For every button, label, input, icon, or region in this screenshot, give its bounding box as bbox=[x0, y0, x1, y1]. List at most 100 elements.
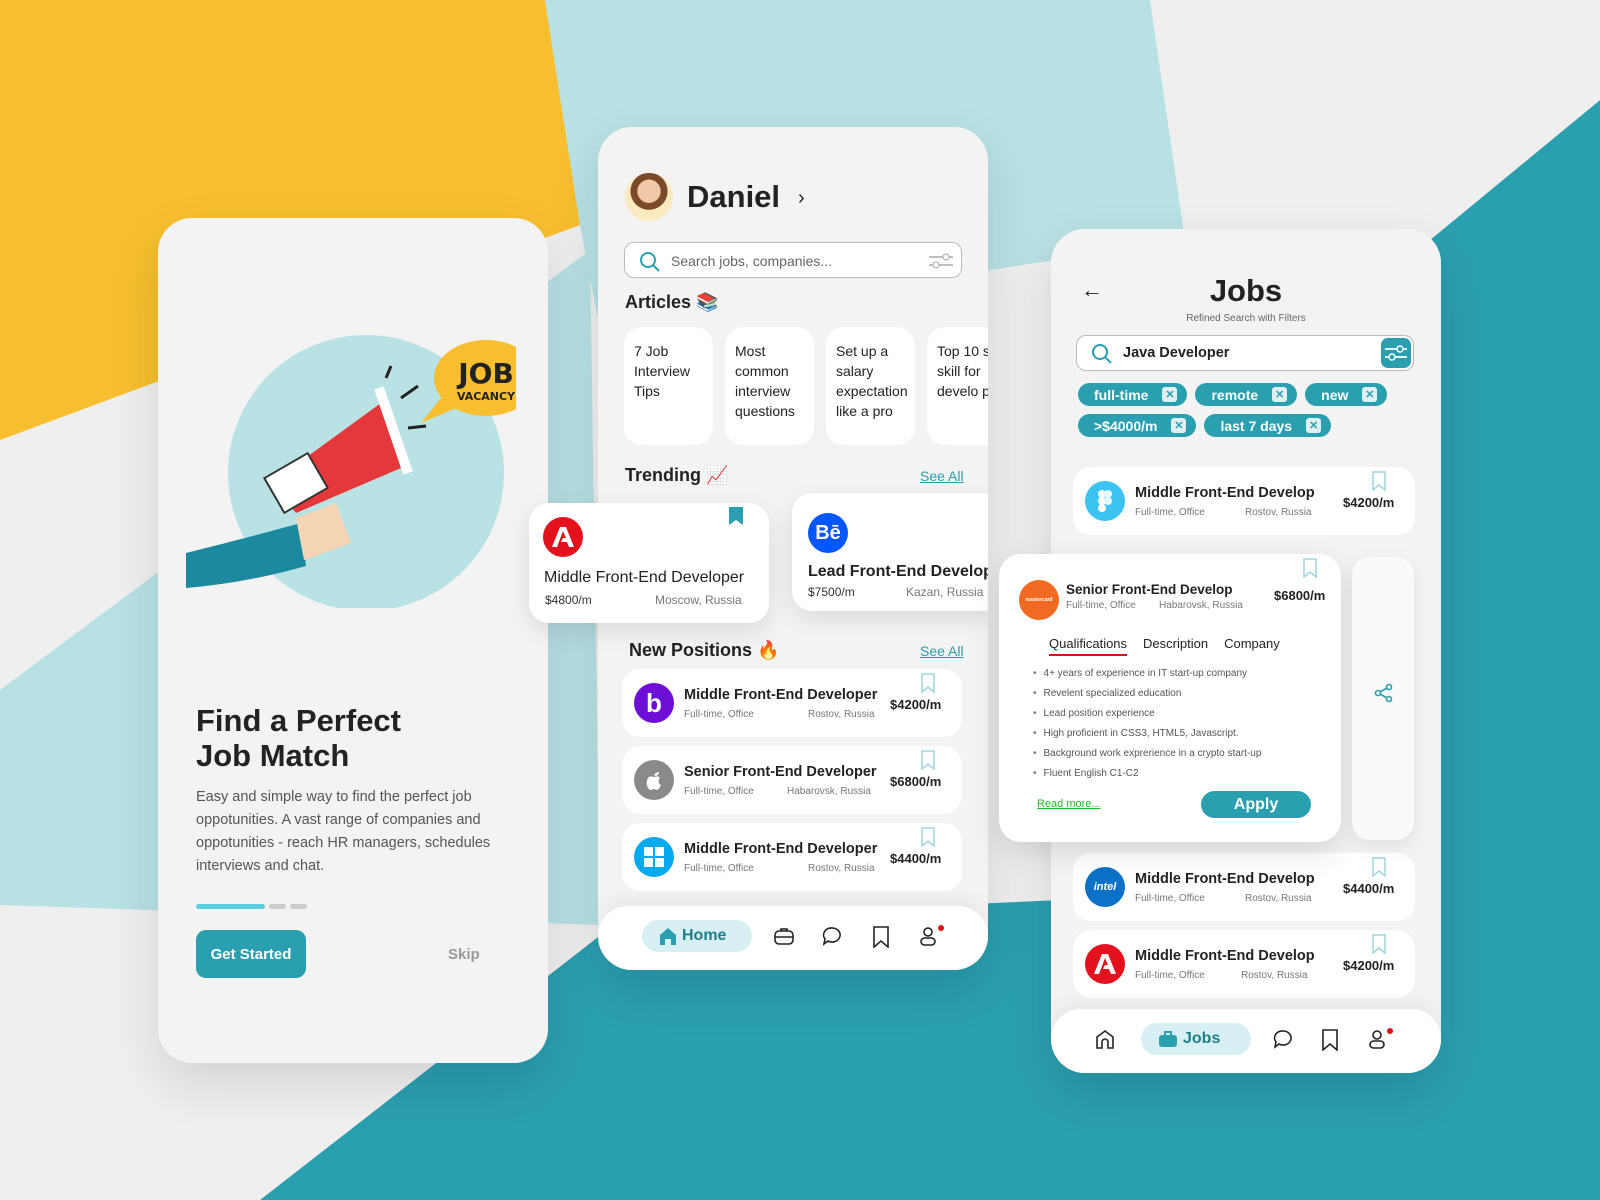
job-salary: $4200/m bbox=[1343, 958, 1395, 973]
qualification-item: 4+ years of experience in IT start-up co… bbox=[1033, 664, 1261, 684]
articles-list: 7 Job Interview Tips Most common intervi… bbox=[624, 327, 988, 445]
chip-label: >$4000/m bbox=[1094, 417, 1158, 434]
filter-icon[interactable] bbox=[929, 252, 953, 270]
job-row[interactable]: Middle Front-End Develop Full-time, Offi… bbox=[1073, 467, 1415, 535]
bookmark-icon[interactable] bbox=[920, 750, 936, 770]
article-card[interactable]: 7 Job Interview Tips bbox=[624, 327, 713, 445]
bookmark-icon[interactable] bbox=[1321, 1029, 1339, 1051]
title-line-2: Job Match bbox=[196, 738, 350, 773]
job-location: Habarovsk, Russia bbox=[787, 786, 871, 797]
filter-chips: full-time ✕ remote ✕ new ✕ >$4000/m ✕ last 7… bbox=[1078, 383, 1418, 437]
job-row[interactable]: Middle Front-End Developer Full-time, Of… bbox=[622, 823, 962, 891]
bookmark-icon[interactable] bbox=[920, 827, 936, 847]
job-row[interactable]: intel Middle Front-End Develop Full-time… bbox=[1073, 853, 1415, 921]
filter-icon bbox=[1385, 345, 1407, 361]
intel-logo: intel bbox=[1085, 867, 1125, 907]
new-positions-see-all-link[interactable]: See All bbox=[920, 643, 964, 659]
filter-chip[interactable]: new ✕ bbox=[1305, 383, 1388, 406]
tab-qualifications[interactable]: Qualifications bbox=[1049, 636, 1128, 656]
filter-chip[interactable]: full-time ✕ bbox=[1078, 383, 1188, 406]
job-title: Lead Front-End Develop bbox=[808, 563, 988, 580]
search-input[interactable]: Search jobs, companies... bbox=[624, 242, 962, 278]
chip-label: remote bbox=[1211, 386, 1259, 403]
bookmark-filled-icon[interactable] bbox=[729, 507, 743, 525]
share-icon[interactable] bbox=[1374, 683, 1394, 703]
tab-company[interactable]: Company bbox=[1224, 636, 1280, 656]
close-icon[interactable]: ✕ bbox=[1162, 387, 1178, 402]
onboarding-description: Easy and simple way to find the perfect … bbox=[196, 789, 491, 874]
bookmark-icon[interactable] bbox=[920, 673, 936, 693]
chevron-right-icon[interactable]: › bbox=[798, 187, 805, 210]
figma-logo bbox=[1085, 481, 1125, 521]
chip-label: new bbox=[1321, 386, 1349, 403]
trending-card[interactable]: Bē Lead Front-End Develop $7500/m Kazan,… bbox=[792, 493, 988, 611]
close-icon[interactable]: ✕ bbox=[1306, 418, 1322, 433]
chat-icon[interactable] bbox=[822, 926, 842, 946]
profile-icon[interactable] bbox=[1367, 1029, 1387, 1049]
job-location: Rostov, Russia bbox=[1245, 893, 1312, 904]
job-row[interactable]: b Middle Front-End Developer Full-time, … bbox=[622, 669, 962, 737]
page-dot[interactable] bbox=[269, 904, 286, 909]
job-location: Habarovsk, Russia bbox=[1159, 600, 1243, 611]
chip-label: last 7 days bbox=[1220, 417, 1293, 434]
apply-button[interactable]: Apply bbox=[1201, 791, 1311, 818]
nav-jobs-tab[interactable]: Jobs bbox=[1141, 1023, 1251, 1055]
job-row[interactable]: Senior Front-End Developer Full-time, Of… bbox=[622, 746, 962, 814]
bookmark-icon[interactable] bbox=[1302, 558, 1318, 578]
search-value: Java Developer bbox=[1123, 345, 1230, 361]
job-detail-card[interactable]: mastercard Senior Front-End Develop Full… bbox=[999, 554, 1341, 842]
job-location: Rostov, Russia bbox=[808, 863, 875, 874]
bookmark-icon[interactable] bbox=[1371, 934, 1387, 954]
close-icon[interactable]: ✕ bbox=[1272, 387, 1288, 402]
nav-jobs-label: Jobs bbox=[1183, 1030, 1221, 1047]
page-dot[interactable] bbox=[290, 904, 307, 909]
skip-button[interactable]: Skip bbox=[448, 946, 480, 963]
bookmark-icon[interactable] bbox=[1371, 471, 1387, 491]
filter-chip[interactable]: >$4000/m ✕ bbox=[1078, 414, 1197, 437]
bubble-text-vacancy: VACANCY bbox=[457, 390, 516, 403]
job-title: Senior Front-End Develop bbox=[1066, 582, 1233, 597]
job-location: Kazan, Russia bbox=[906, 585, 984, 599]
job-type: Full-time, Office bbox=[684, 786, 754, 797]
article-card[interactable]: Most common interview questions bbox=[725, 327, 814, 445]
articles-heading: Articles 📚 bbox=[625, 292, 719, 312]
close-icon[interactable]: ✕ bbox=[1362, 387, 1378, 402]
qualification-item: High proficient in CSS3, HTML5, Javascri… bbox=[1033, 724, 1261, 744]
trending-card-featured[interactable]: Middle Front-End Developer $4800/m Mosco… bbox=[529, 503, 769, 623]
close-icon[interactable]: ✕ bbox=[1171, 418, 1187, 433]
filter-chip[interactable]: remote ✕ bbox=[1195, 383, 1298, 406]
job-row[interactable]: Middle Front-End Develop Full-time, Offi… bbox=[1073, 930, 1415, 998]
job-salary: $6800/m bbox=[1274, 588, 1326, 603]
read-more-link[interactable]: Read more... bbox=[1037, 798, 1101, 810]
jobs-title: Jobs bbox=[1209, 273, 1283, 308]
job-type: Full-time, Office bbox=[1135, 507, 1205, 518]
adobe-logo bbox=[1085, 944, 1125, 984]
filter-button[interactable] bbox=[1381, 338, 1411, 368]
qualification-item: Revelent specialized education bbox=[1033, 684, 1261, 704]
filter-chip[interactable]: last 7 days ✕ bbox=[1204, 414, 1332, 437]
profile-icon[interactable] bbox=[918, 926, 938, 946]
briefcase-icon[interactable] bbox=[774, 926, 794, 946]
job-location: Rostov, Russia bbox=[808, 709, 875, 720]
job-title: Middle Front-End Develop bbox=[1135, 871, 1315, 887]
tab-description[interactable]: Description bbox=[1143, 636, 1208, 656]
bookmark-icon[interactable] bbox=[1371, 857, 1387, 877]
user-name[interactable]: Daniel bbox=[687, 179, 780, 215]
home-icon[interactable] bbox=[1095, 1029, 1115, 1049]
job-title: Middle Front-End Developer bbox=[544, 569, 745, 586]
chip-label: full-time bbox=[1094, 386, 1149, 403]
apple-logo bbox=[634, 760, 674, 800]
nav-home-tab[interactable]: Home bbox=[642, 920, 752, 952]
jobs-search-input[interactable]: Java Developer bbox=[1076, 335, 1414, 371]
bookmark-icon[interactable] bbox=[872, 926, 890, 948]
article-card[interactable]: Top 10 soft skill for develo per bbox=[927, 327, 988, 445]
trending-see-all-link[interactable]: See All bbox=[920, 468, 964, 484]
get-started-button[interactable]: Get Started bbox=[196, 930, 306, 978]
job-title: Middle Front-End Developer bbox=[684, 687, 878, 703]
search-icon bbox=[640, 252, 660, 272]
page-dot-active[interactable] bbox=[196, 904, 265, 909]
bubble-text-job: JOB bbox=[456, 357, 514, 390]
avatar[interactable] bbox=[625, 173, 673, 221]
chat-icon[interactable] bbox=[1273, 1029, 1293, 1049]
article-card[interactable]: Set up a salary expectation like a pro bbox=[826, 327, 915, 445]
